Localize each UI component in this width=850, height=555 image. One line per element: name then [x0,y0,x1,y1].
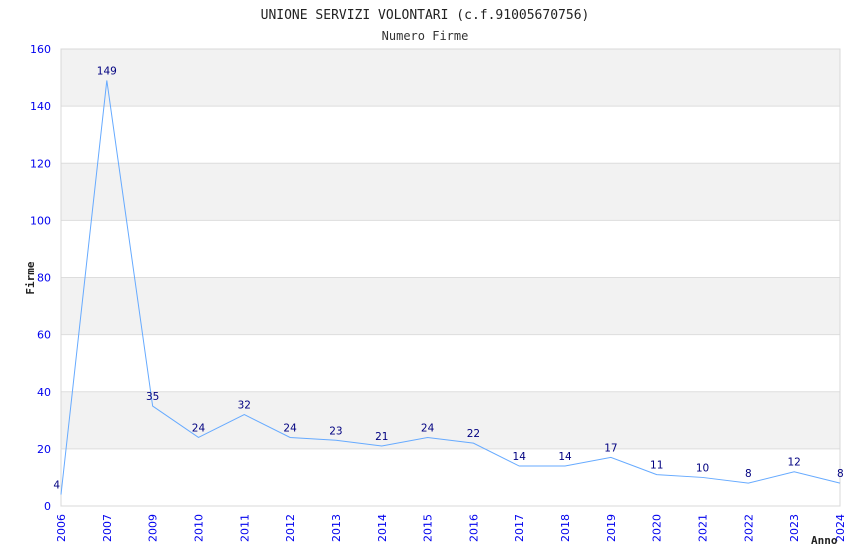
y-tick-label: 160 [30,43,51,56]
y-tick-label: 140 [30,100,51,113]
chart-title: UNIONE SERVIZI VOLONTARI (c.f.9100567075… [261,8,590,23]
x-axis-label: Anno [811,534,838,547]
data-label: 35 [146,391,159,403]
x-tick-label: 2011 [238,514,251,542]
y-tick-label: 120 [30,157,51,170]
y-tick-label: 100 [30,214,51,227]
line-chart: UNIONE SERVIZI VOLONTARI (c.f.9100567075… [24,8,847,547]
x-tick-label: 2021 [697,514,710,542]
data-label: 21 [375,431,388,443]
data-label: 17 [604,442,617,454]
y-tick-label: 60 [37,329,51,342]
data-label: 22 [467,428,480,440]
x-tick-label: 2023 [788,514,801,542]
x-tick-label: 2020 [651,514,664,542]
x-tick-label: 2010 [192,514,205,542]
x-tick-label: 2018 [559,514,572,542]
y-tick-label: 80 [37,272,51,285]
x-tick-label: 2017 [513,514,526,542]
x-tick-label: 2009 [147,514,160,542]
data-label: 14 [513,451,527,463]
grid-band [61,163,840,221]
data-label: 8 [745,468,752,480]
data-label: 24 [192,422,206,434]
x-tick-label: 2014 [376,514,389,542]
x-tick-label: 2015 [422,514,435,542]
y-tick-label: 20 [37,443,51,456]
x-tick-label: 2007 [101,514,114,542]
data-label: 32 [238,400,251,412]
chart-subtitle: Numero Firme [382,29,469,43]
y-tick-label: 0 [44,500,51,513]
data-label: 24 [421,422,435,434]
x-tick-label: 2013 [330,514,343,542]
grid-band [61,277,840,335]
data-label: 24 [283,422,297,434]
x-tick-label: 2012 [284,514,297,542]
data-label: 8 [837,468,844,480]
data-label: 11 [650,460,663,472]
x-tick-label: 2006 [55,514,68,542]
x-tick-label: 2022 [742,514,755,542]
data-label: 149 [97,65,117,77]
data-label: 4 [53,480,60,492]
grid-band [61,49,840,107]
y-tick-label: 40 [37,386,51,399]
x-tick-label: 2019 [605,514,618,542]
y-axis-label: Firme [24,261,37,294]
data-label: 12 [787,457,800,469]
data-label: 23 [329,425,342,437]
x-tick-label: 2016 [467,514,480,542]
data-label: 10 [696,462,709,474]
data-label: 14 [558,451,572,463]
